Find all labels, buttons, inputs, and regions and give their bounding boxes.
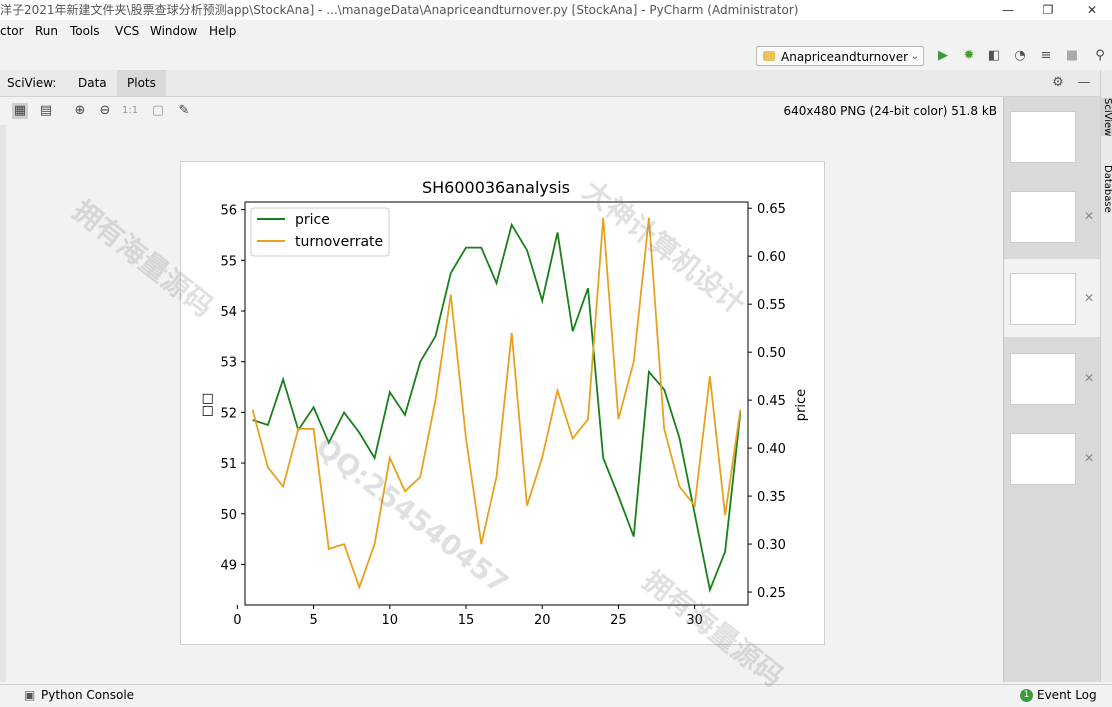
- y-right-tick-label: 0.55: [757, 298, 786, 313]
- plot-thumbnail[interactable]: [1010, 353, 1076, 405]
- right-tool-strip: SciView Database: [1100, 70, 1112, 682]
- window-title: 洋子2021年新建文件夹\股票查球分析预测app\StockAna] - ...…: [0, 3, 799, 17]
- x-tick-label: 10: [382, 613, 399, 628]
- chessboard-icon[interactable]: ▦: [12, 103, 28, 119]
- thumbnail-item[interactable]: ✕: [1004, 341, 1101, 419]
- close-icon[interactable]: ✕: [1084, 371, 1094, 385]
- grid-icon[interactable]: ▤: [38, 103, 54, 119]
- plot-thumbnail[interactable]: [1010, 433, 1076, 485]
- run-config-dropdown[interactable]: Anapriceandturnover ⌄: [756, 46, 924, 66]
- python-file-icon: [763, 51, 775, 61]
- thumbnail-item[interactable]: [1004, 101, 1101, 179]
- thumbnail-item[interactable]: ✕: [1004, 421, 1101, 499]
- stop-icon[interactable]: ■: [1064, 48, 1080, 64]
- plot-image: SH600036analysis □□ price 0 5 10 15 20 25 30 4…: [180, 161, 825, 645]
- concurrency-icon[interactable]: ≡: [1038, 48, 1054, 64]
- y-right-tick-label: 0.25: [757, 586, 786, 601]
- plot-area: [244, 201, 749, 606]
- y-left-tick-label: 52: [220, 406, 237, 421]
- y-left-tick-label: 49: [220, 558, 237, 573]
- event-log-tab[interactable]: Event Log: [1037, 685, 1097, 706]
- menu-window[interactable]: Window: [150, 20, 197, 42]
- y-right-tick-label: 0.40: [757, 442, 786, 457]
- status-bar: ▣ Python Console 1 Event Log: [0, 684, 1112, 707]
- x-axis: 0 5 10 15 20 25 30: [233, 605, 703, 628]
- color-picker-icon[interactable]: ✎: [176, 103, 192, 119]
- y-left-tick-label: 50: [220, 508, 237, 523]
- legend-label-turnoverrate: turnoverrate: [295, 234, 383, 250]
- y-left-tick-label: 51: [220, 457, 237, 472]
- y-axis-right-label: price: [794, 389, 809, 421]
- y-right-tick-label: 0.45: [757, 394, 786, 409]
- sciview-label: SciView:: [7, 76, 57, 90]
- run-icon[interactable]: ▶: [935, 48, 951, 64]
- chart-title: SH600036analysis: [422, 178, 570, 197]
- actual-size-button[interactable]: 1:1: [122, 103, 138, 119]
- tab-data[interactable]: Data: [68, 70, 117, 96]
- plot-thumbnail[interactable]: [1010, 273, 1076, 325]
- y-right-tick-label: 0.50: [757, 346, 786, 361]
- x-tick-label: 25: [610, 613, 627, 628]
- side-tab-database[interactable]: Database: [1101, 165, 1112, 213]
- y-left-tick-label: 53: [220, 356, 237, 371]
- tab-plots[interactable]: Plots: [117, 70, 166, 96]
- close-icon[interactable]: ✕: [1084, 291, 1094, 305]
- legend: price turnoverrate: [250, 207, 390, 257]
- plot-thumbnail[interactable]: [1010, 111, 1076, 163]
- y-right-tick-label: 0.35: [757, 490, 786, 505]
- sciview-header: SciView: Data Plots ⚙ —: [0, 70, 1112, 97]
- y-axis-right: 0.25 0.30 0.35 0.40 0.45 0.50 0.55 0.60 0.65: [748, 202, 786, 601]
- x-tick-label: 20: [534, 613, 551, 628]
- plot-thumbnail-panel: ✕ ✕ ✕ ✕: [1003, 97, 1101, 682]
- y-right-tick-label: 0.60: [757, 250, 786, 265]
- thumbnail-item-selected[interactable]: ✕: [1004, 259, 1101, 337]
- minimize-button[interactable]: —: [988, 0, 1028, 20]
- main-toolbar: Anapriceandturnover ⌄ ▶ ✹ ◧ ◔ ≡ ■ ⚲: [0, 42, 1112, 71]
- run-config-label: Anapriceandturnover: [781, 50, 909, 64]
- menu-refactor[interactable]: ctor: [0, 20, 24, 42]
- x-tick-label: 5: [309, 613, 317, 628]
- menu-help[interactable]: Help: [209, 20, 236, 42]
- zoom-in-icon[interactable]: ⊕: [72, 103, 88, 119]
- menu-tools[interactable]: Tools: [70, 20, 100, 42]
- y-left-tick-label: 54: [220, 305, 237, 320]
- y-axis-left: 49 50 51 52 53 54 55 56: [220, 204, 245, 573]
- window-titlebar: 洋子2021年新建文件夹\股票查球分析预测app\StockAna] - ...…: [0, 0, 1112, 20]
- close-window-button[interactable]: ✕: [1072, 0, 1112, 20]
- x-tick-label: 0: [233, 613, 241, 628]
- chevron-down-icon: ⌄: [910, 51, 919, 62]
- gear-icon[interactable]: ⚙: [1050, 75, 1066, 91]
- profile-icon[interactable]: ◔: [1012, 48, 1028, 64]
- x-tick-label: 15: [458, 613, 475, 628]
- close-icon[interactable]: ✕: [1084, 209, 1094, 223]
- y-left-tick-label: 55: [220, 254, 237, 269]
- plot-thumbnail[interactable]: [1010, 191, 1076, 243]
- x-tick-label: 30: [686, 613, 703, 628]
- y-left-tick-label: 56: [220, 204, 237, 219]
- y-axis-left-label: □□: [200, 393, 215, 418]
- y-right-tick-label: 0.30: [757, 538, 786, 553]
- side-tab-sciview[interactable]: SciView: [1101, 98, 1112, 137]
- maximize-button[interactable]: ❐: [1028, 0, 1068, 20]
- menu-bar: ctor Run Tools VCS Window Help: [0, 20, 1112, 42]
- zoom-out-icon[interactable]: ⊖: [97, 103, 113, 119]
- image-toolbar: ▦ ▤ ⊕ ⊖ 1:1 ▢ ✎ 640x480 PNG (24-bit colo…: [0, 97, 1003, 125]
- fit-zoom-icon[interactable]: ▢: [150, 103, 166, 119]
- y-right-tick-label: 0.65: [757, 202, 786, 217]
- debug-icon[interactable]: ✹: [961, 48, 977, 64]
- python-console-icon: ▣: [24, 688, 36, 702]
- close-icon[interactable]: ✕: [1084, 451, 1094, 465]
- image-info: 640x480 PNG (24-bit color) 51.8 kB: [783, 104, 997, 118]
- search-icon[interactable]: ⚲: [1092, 48, 1108, 64]
- coverage-icon[interactable]: ◧: [986, 48, 1002, 64]
- line-chart: SH600036analysis □□ price 0 5 10 15 20 25 30 4…: [200, 178, 809, 628]
- thumbnail-item[interactable]: ✕: [1004, 179, 1101, 257]
- python-console-tab[interactable]: Python Console: [41, 685, 134, 706]
- legend-label-price: price: [295, 212, 330, 228]
- hide-panel-icon[interactable]: —: [1076, 75, 1092, 91]
- event-count-badge: 1: [1020, 689, 1033, 702]
- menu-vcs[interactable]: VCS: [115, 20, 139, 42]
- menu-run[interactable]: Run: [35, 20, 58, 42]
